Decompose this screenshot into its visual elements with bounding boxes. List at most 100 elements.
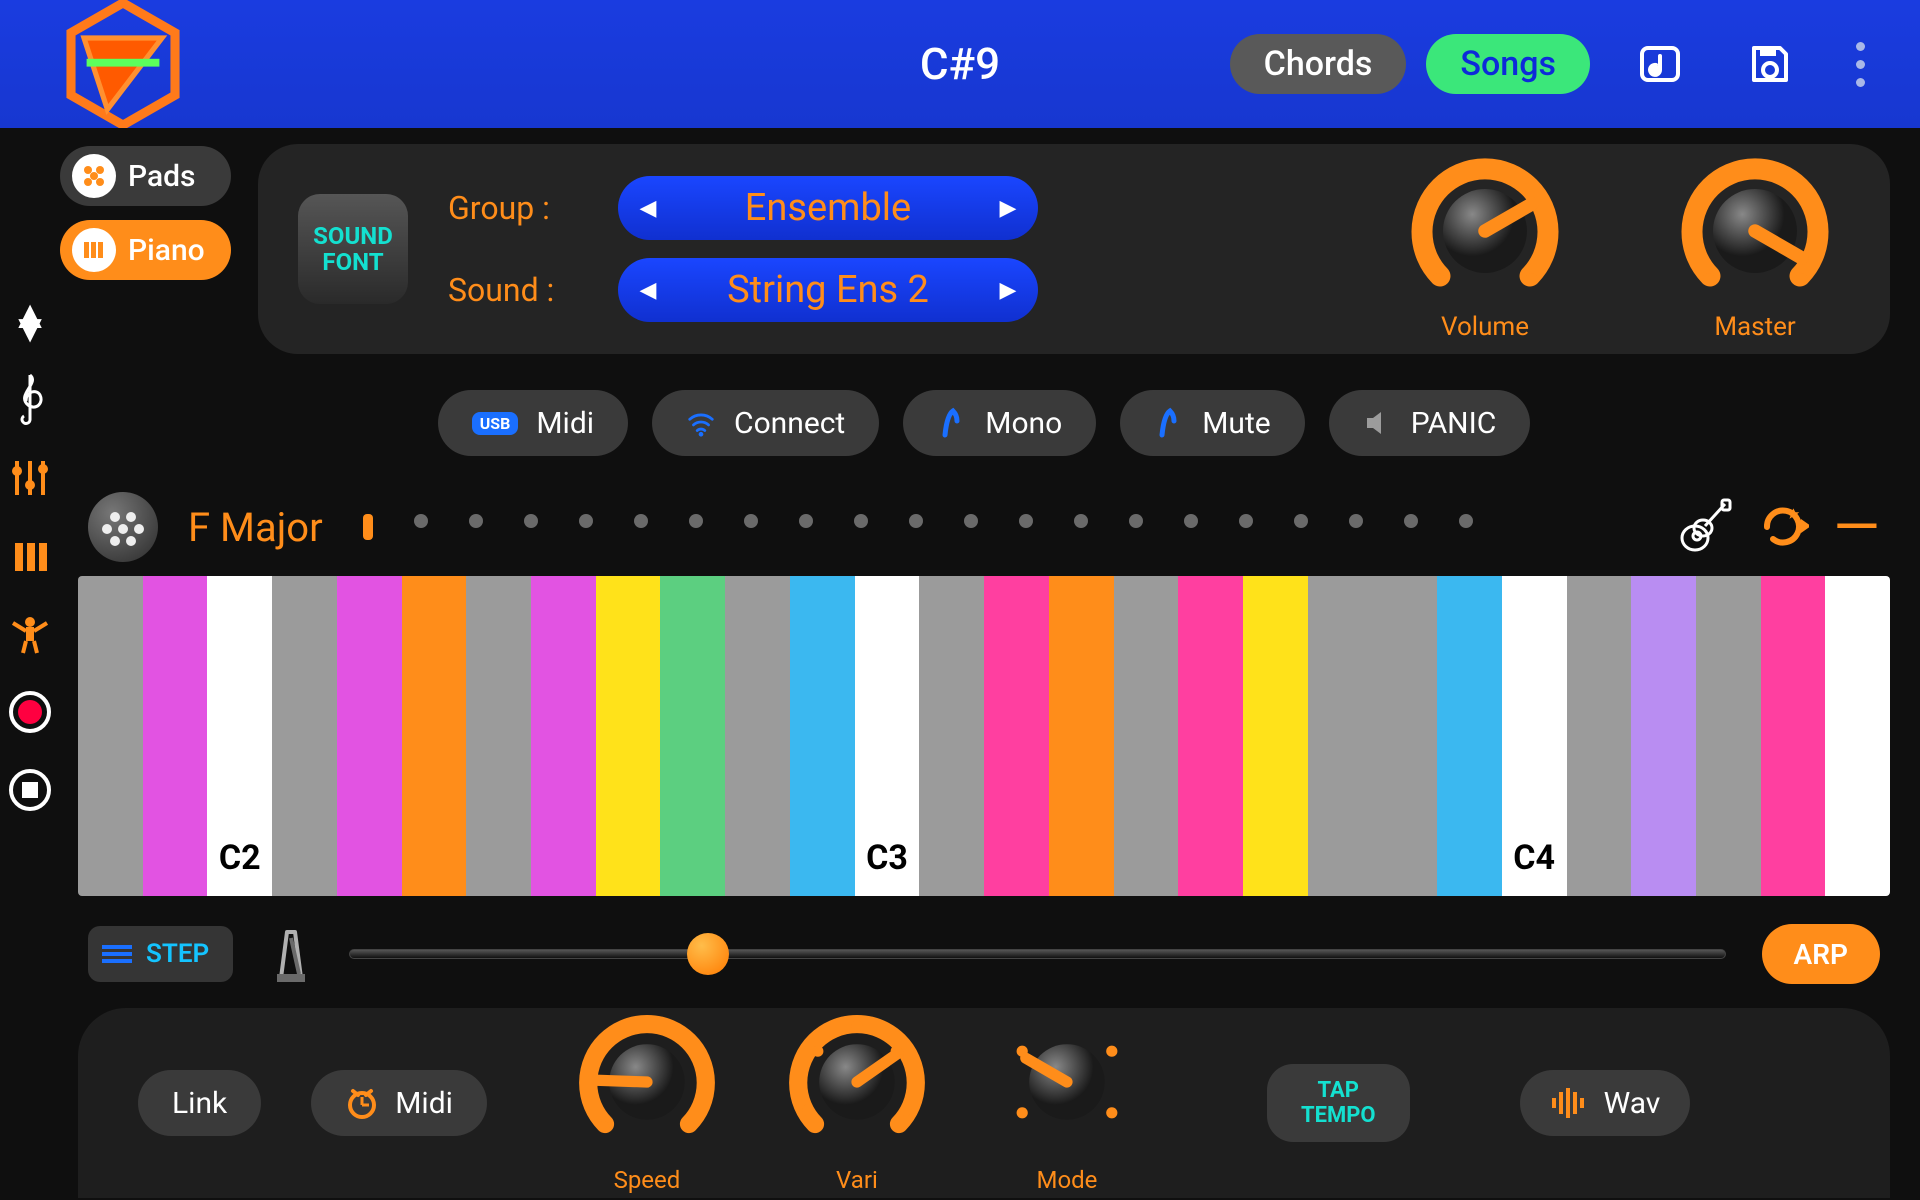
treble-clef-icon[interactable]: [6, 376, 54, 424]
key[interactable]: [1178, 576, 1243, 896]
key[interactable]: [1825, 576, 1890, 896]
position-slider[interactable]: [349, 949, 1725, 959]
soundfont-button[interactable]: SOUND FONT: [298, 194, 408, 304]
key[interactable]: [596, 576, 661, 896]
step-dot[interactable]: [799, 514, 813, 528]
step-dot[interactable]: [1239, 514, 1253, 528]
speed-knob[interactable]: [577, 1012, 717, 1152]
master-knob[interactable]: [1680, 156, 1830, 306]
vari-knob[interactable]: [787, 1012, 927, 1152]
key[interactable]: [337, 576, 402, 896]
key[interactable]: [1049, 576, 1114, 896]
color-keyboard[interactable]: C2 C3 C4: [78, 576, 1890, 896]
key[interactable]: [1761, 576, 1826, 896]
key[interactable]: [660, 576, 725, 896]
group-next-icon[interactable]: ▶: [978, 196, 1038, 221]
sound-selector[interactable]: ◀ String Ens 2 ▶: [618, 258, 1038, 322]
group-prev-icon[interactable]: ◀: [618, 196, 678, 221]
step-dot[interactable]: [689, 514, 703, 528]
key[interactable]: [984, 576, 1049, 896]
key[interactable]: [1114, 576, 1179, 896]
step-dot[interactable]: [414, 514, 428, 528]
wav-button[interactable]: Wav: [1520, 1070, 1691, 1136]
link-button[interactable]: Link: [138, 1070, 261, 1136]
key[interactable]: [466, 576, 531, 896]
midi-button[interactable]: USB Midi: [438, 390, 628, 456]
key[interactable]: [1308, 576, 1373, 896]
piano-tab[interactable]: Piano: [60, 220, 231, 280]
save-icon[interactable]: [1740, 34, 1800, 94]
step-dot[interactable]: [363, 514, 373, 540]
sliders-icon[interactable]: [6, 454, 54, 502]
key[interactable]: [1696, 576, 1761, 896]
wifi-icon: [686, 407, 716, 439]
scale-name[interactable]: F Major: [188, 504, 323, 551]
key[interactable]: [790, 576, 855, 896]
step-dot[interactable]: [1349, 514, 1363, 528]
key[interactable]: [1372, 576, 1437, 896]
stop-icon[interactable]: [6, 766, 54, 814]
step-dot[interactable]: [579, 514, 593, 528]
chords-button[interactable]: Chords: [1230, 34, 1407, 94]
key[interactable]: C4: [1502, 576, 1567, 896]
key[interactable]: [78, 576, 143, 896]
more-menu-icon[interactable]: [1840, 42, 1880, 87]
volume-knob[interactable]: [1410, 156, 1560, 306]
key[interactable]: [1567, 576, 1632, 896]
keyboard-icon[interactable]: [6, 532, 54, 580]
step-dot[interactable]: [1019, 514, 1033, 528]
panic-button[interactable]: PANIC: [1329, 390, 1531, 456]
step-dot[interactable]: [744, 514, 758, 528]
key[interactable]: [725, 576, 790, 896]
key[interactable]: [143, 576, 208, 896]
keyboard-header: F Major —: [78, 492, 1890, 562]
usb-icon: USB: [472, 412, 519, 435]
mono-button[interactable]: Mono: [903, 390, 1096, 456]
slider-thumb[interactable]: [687, 933, 729, 975]
key[interactable]: [531, 576, 596, 896]
step-dot[interactable]: [1404, 514, 1418, 528]
metronome-icon[interactable]: [269, 924, 313, 984]
midi-clock-button[interactable]: Midi: [311, 1070, 487, 1136]
conductor-icon[interactable]: [6, 610, 54, 658]
guitar-icon[interactable]: [1675, 498, 1733, 556]
sound-next-icon[interactable]: ▶: [978, 278, 1038, 303]
key[interactable]: [272, 576, 337, 896]
key[interactable]: [1437, 576, 1502, 896]
key[interactable]: [1631, 576, 1696, 896]
step-dot[interactable]: [1459, 514, 1473, 528]
key[interactable]: [1243, 576, 1308, 896]
step-dot[interactable]: [634, 514, 648, 528]
step-dot[interactable]: [469, 514, 483, 528]
mute-button[interactable]: Mute: [1120, 390, 1304, 456]
step-dot[interactable]: [854, 514, 868, 528]
step-button[interactable]: STEP: [88, 926, 233, 982]
collapse-icon[interactable]: —: [1833, 517, 1880, 537]
group-selector[interactable]: ◀ Ensemble ▶: [618, 176, 1038, 240]
pad-view-icon[interactable]: [88, 492, 158, 562]
step-dot[interactable]: [1129, 514, 1143, 528]
pads-tab[interactable]: Pads: [60, 146, 231, 206]
key[interactable]: [402, 576, 467, 896]
tap-tempo-button[interactable]: TAP TEMPO: [1267, 1064, 1410, 1142]
step-dot[interactable]: [909, 514, 923, 528]
key[interactable]: C2: [207, 576, 272, 896]
step-dot[interactable]: [964, 514, 978, 528]
step-dot[interactable]: [1294, 514, 1308, 528]
refresh-star-icon[interactable]: [1757, 501, 1809, 553]
step-dot[interactable]: [1184, 514, 1198, 528]
step-dot[interactable]: [1074, 514, 1088, 528]
mode-knob[interactable]: [997, 1012, 1137, 1152]
library-icon[interactable]: [1630, 34, 1690, 94]
octave-updown-icon[interactable]: ▲▼: [6, 298, 54, 346]
key[interactable]: [919, 576, 984, 896]
left-toolbar: ▲▼: [0, 128, 60, 1200]
songs-button[interactable]: Songs: [1426, 34, 1590, 94]
sound-panel: SOUND FONT Group : ◀ Ensemble ▶ Sound : …: [258, 144, 1890, 354]
sound-prev-icon[interactable]: ◀: [618, 278, 678, 303]
key[interactable]: C3: [855, 576, 920, 896]
record-icon[interactable]: [6, 688, 54, 736]
step-dot[interactable]: [524, 514, 538, 528]
arp-button[interactable]: ARP: [1762, 924, 1880, 984]
connect-button[interactable]: Connect: [652, 390, 879, 456]
